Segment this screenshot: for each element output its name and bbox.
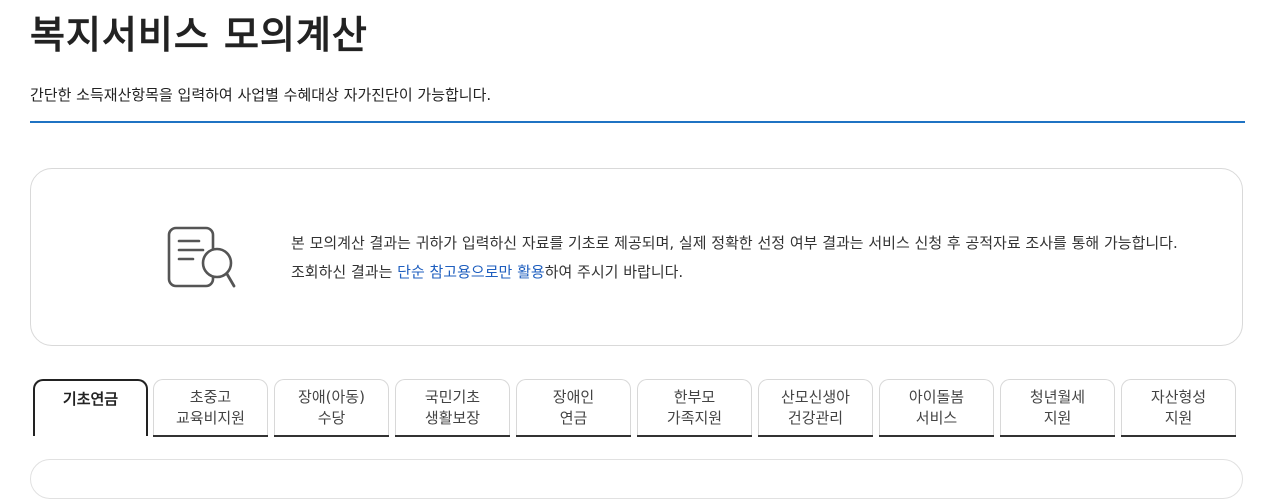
notice-text: 본 모의계산 결과는 귀하가 입력하신 자료를 기초로 제공되며, 실제 정확한… — [291, 229, 1181, 287]
tab-label: 연금 — [559, 408, 588, 427]
tab-label: 서비스 — [915, 408, 958, 427]
tab-basic-pension[interactable]: 기초연금 — [33, 379, 148, 436]
tab-label: 장애인 — [552, 387, 595, 406]
tab-label: 한부모 — [673, 387, 716, 406]
notice-text-after: 하여 주시기 바랍니다. — [544, 263, 684, 281]
tab-childcare-service[interactable]: 아이돌봄 서비스 — [879, 379, 994, 437]
service-tabs: 기초연금 초중고 교육비지원 장애(아동) 수당 국민기초 생활보장 장애인 연… — [33, 379, 1243, 439]
tab-basic-livelihood[interactable]: 국민기초 생활보장 — [395, 379, 510, 437]
tab-asset-building[interactable]: 자산형성 지원 — [1121, 379, 1236, 437]
page-title: 복지서비스 모의계산 — [30, 13, 368, 57]
tab-label: 기초연금 — [62, 390, 119, 408]
tab-label: 수당 — [317, 408, 346, 427]
tab-single-parent[interactable]: 한부모 가족지원 — [637, 379, 752, 437]
tab-label: 자산형성 — [1150, 387, 1207, 406]
tab-label: 청년월세 — [1029, 387, 1086, 406]
tab-label: 지원 — [1043, 408, 1072, 427]
tab-disability-pension[interactable]: 장애인 연금 — [516, 379, 631, 437]
tab-label: 가족지원 — [666, 408, 723, 427]
tab-label: 건강관리 — [787, 408, 844, 427]
notice-text-highlight: 단순 참고용으로만 활용 — [397, 263, 545, 281]
tab-label: 장애(아동) — [298, 387, 365, 406]
tab-label: 지원 — [1164, 408, 1193, 427]
tab-label: 초중고 — [189, 387, 232, 406]
tab-maternal-newborn[interactable]: 산모신생아 건강관리 — [758, 379, 873, 437]
tab-education-support[interactable]: 초중고 교육비지원 — [153, 379, 268, 437]
tab-youth-rent[interactable]: 청년월세 지원 — [1000, 379, 1115, 437]
document-search-icon — [167, 226, 236, 288]
tab-content-panel — [30, 459, 1243, 499]
tab-label: 생활보장 — [424, 408, 481, 427]
tab-label: 국민기초 — [424, 387, 481, 406]
tab-label: 산모신생아 — [780, 387, 850, 406]
tab-label: 교육비지원 — [175, 408, 245, 427]
tab-disability-child-allowance[interactable]: 장애(아동) 수당 — [274, 379, 389, 437]
page-subtitle: 간단한 소득재산항목을 입력하여 사업별 수혜대상 자가진단이 가능합니다. — [30, 86, 492, 104]
title-divider — [30, 121, 1245, 123]
tab-label: 아이돌봄 — [908, 387, 965, 406]
